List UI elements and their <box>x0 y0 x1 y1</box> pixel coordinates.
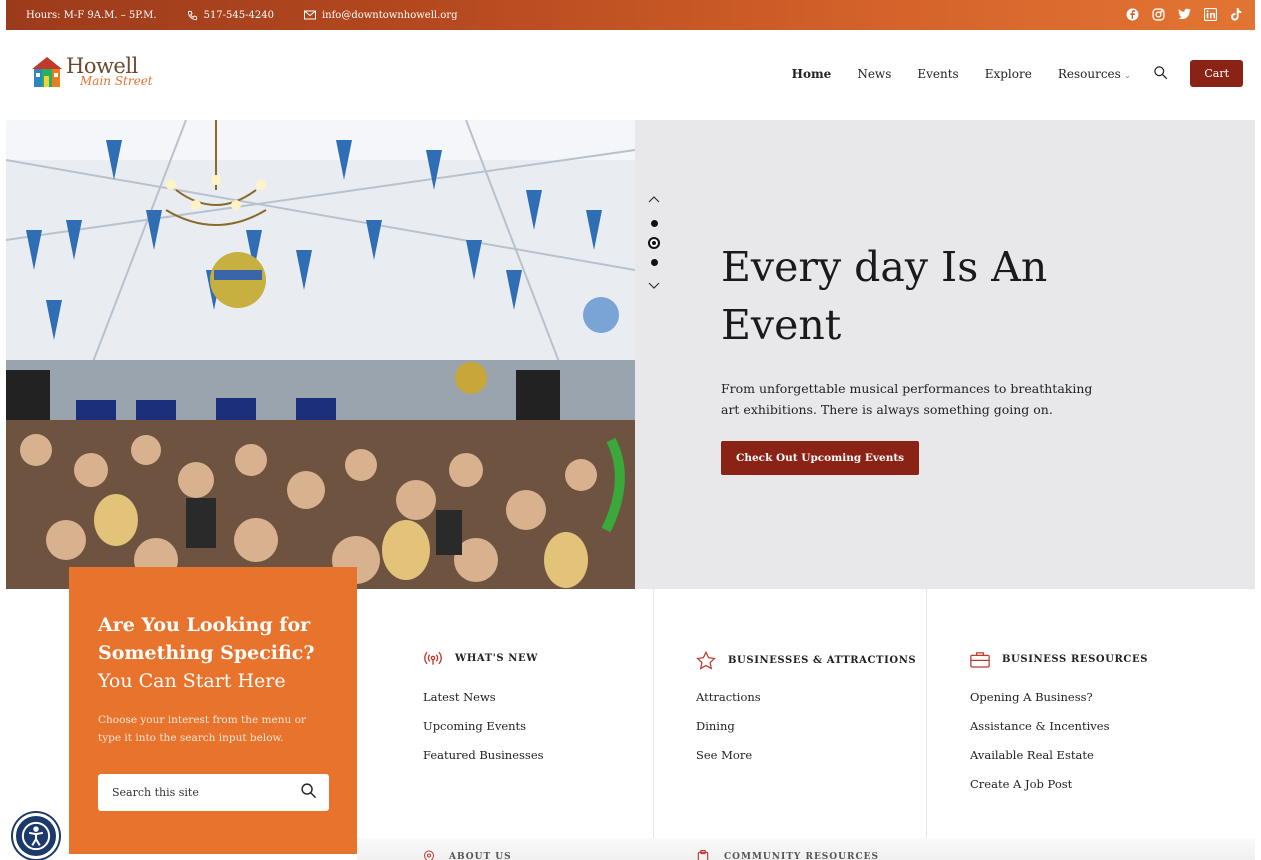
community-resources-heading: COMMUNITY RESOURCES <box>696 850 879 860</box>
business-resources-column: BUSINESS RESOURCES Opening A Business? A… <box>926 589 1255 860</box>
hero-description: From unforgettable musical performances … <box>721 381 1093 417</box>
link-available-real-estate[interactable]: Available Real Estate <box>970 748 1109 777</box>
whats-new-title: WHAT'S NEW <box>455 652 539 664</box>
social-links <box>1125 7 1243 21</box>
link-dining[interactable]: Dining <box>696 719 761 748</box>
link-latest-news[interactable]: Latest News <box>423 690 544 719</box>
hero-title: Every day Is An Event <box>721 243 1048 349</box>
search-panel: Are You Looking for Something Specific? … <box>69 567 357 854</box>
slide-dot-active[interactable] <box>648 237 660 249</box>
link-featured-businesses[interactable]: Featured Businesses <box>423 748 544 777</box>
link-upcoming-events[interactable]: Upcoming Events <box>423 719 544 748</box>
chevron-down-icon[interactable] <box>648 275 660 294</box>
businesses-title: BUSINESSES & ATTRACTIONS <box>728 655 917 666</box>
businesses-heading: BUSINESSES & ATTRACTIONS <box>696 651 916 670</box>
instagram-icon[interactable] <box>1151 7 1165 21</box>
businesses-column: BUSINESSES & ATTRACTIONS Attractions Din… <box>653 589 926 860</box>
logo-house-icon <box>30 56 64 88</box>
clipboard-icon <box>697 850 709 860</box>
linkedin-icon[interactable] <box>1203 7 1217 21</box>
accessibility-icon[interactable] <box>13 813 59 859</box>
phone-link[interactable]: 517-545-4240 <box>187 10 274 21</box>
email-link[interactable]: info@downtownhowell.org <box>303 9 458 21</box>
link-attractions[interactable]: Attractions <box>696 690 761 719</box>
link-assistance-incentives[interactable]: Assistance & Incentives <box>970 719 1109 748</box>
slide-dot[interactable] <box>650 220 658 227</box>
hero-slider: Every day Is An Event From unforgettable… <box>6 120 1255 589</box>
link-create-job-post[interactable]: Create A Job Post <box>970 777 1109 806</box>
whats-new-column: WHAT'S NEW Latest News Upcoming Events F… <box>357 589 653 860</box>
search-icon[interactable] <box>300 782 317 803</box>
search-panel-heading: Are You Looking for Something Specific? <box>98 614 315 664</box>
twitter-icon[interactable] <box>1177 7 1191 21</box>
chevron-down-icon: ⌄ <box>1123 70 1132 81</box>
tiktok-icon[interactable] <box>1229 7 1243 21</box>
nav-resources-label: Resources <box>1057 66 1121 81</box>
hours-text: Hours: M-F 9A.M. – 5P.M. <box>26 10 157 21</box>
nav-events[interactable]: Events <box>917 67 958 81</box>
site-search-box <box>98 774 329 811</box>
facebook-icon[interactable] <box>1125 7 1139 21</box>
broadcast-icon <box>424 651 442 665</box>
site-header: Howell Main Street Home News Events Expl… <box>6 30 1255 120</box>
email-label: info@downtownhowell.org <box>321 9 458 21</box>
main-nav: Home News Events Explore Resources ⌄ Cart <box>766 60 1243 87</box>
cart-button[interactable]: Cart <box>1190 60 1243 87</box>
link-see-more[interactable]: See More <box>696 748 761 777</box>
hours-label: Hours: M-F 9A.M. – 5P.M. <box>26 9 157 21</box>
map-pin-icon <box>423 850 435 860</box>
upcoming-events-button[interactable]: Check Out Upcoming Events <box>721 441 920 475</box>
community-resources-title: COMMUNITY RESOURCES <box>724 852 879 860</box>
phone-label: 517-545-4240 <box>203 9 274 21</box>
briefcase-icon <box>970 652 990 668</box>
slider-controls <box>647 188 661 294</box>
about-us-title: ABOUT US <box>449 852 512 860</box>
nav-explore[interactable]: Explore <box>985 67 1032 81</box>
star-icon <box>696 651 716 670</box>
logo-subtitle: Main Street <box>80 74 153 88</box>
search-icon[interactable] <box>1153 65 1168 83</box>
nav-news[interactable]: News <box>857 67 891 81</box>
business-resources-heading: BUSINESS RESOURCES <box>970 651 1148 668</box>
about-us-heading: ABOUT US <box>423 850 512 860</box>
chevron-up-icon[interactable] <box>648 188 660 207</box>
slide-dot[interactable] <box>650 259 658 266</box>
site-search-input[interactable] <box>112 786 282 799</box>
top-info-bar: Hours: M-F 9A.M. – 5P.M. 517-545-4240 in… <box>6 0 1255 30</box>
site-logo[interactable]: Howell Main Street <box>30 56 153 88</box>
search-panel-text: Choose your interest from the menu or ty… <box>98 714 306 744</box>
hero-content: Every day Is An Event From unforgettable… <box>635 120 1255 589</box>
link-opening-business[interactable]: Opening A Business? <box>970 690 1109 719</box>
business-resources-title: BUSINESS RESOURCES <box>1002 654 1149 665</box>
hero-image <box>6 120 635 589</box>
search-panel-subheading: You Can Start Here <box>98 670 286 692</box>
nav-resources[interactable]: Resources ⌄ <box>1058 67 1132 81</box>
phone-icon <box>187 10 197 20</box>
nav-home[interactable]: Home <box>792 67 832 81</box>
whats-new-heading: WHAT'S NEW <box>423 651 538 665</box>
mail-icon <box>303 10 316 20</box>
